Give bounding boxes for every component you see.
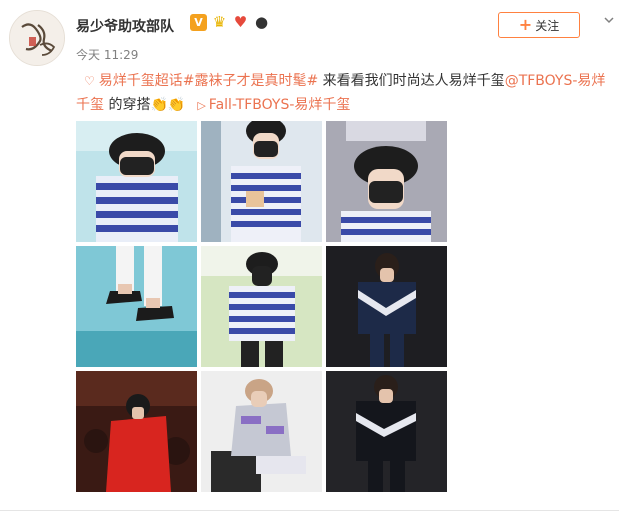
user-badges: V ♛ ♥ ● [190,14,270,31]
photo-1[interactable] [76,121,197,242]
avatar-image [10,11,64,65]
follow-button[interactable]: + 关注 [498,12,580,38]
photo-3[interactable] [326,121,447,242]
photo-4[interactable] [76,246,197,367]
video-play-icon: ▷ [197,99,206,112]
post-timestamp[interactable]: 今天 11:29 [76,46,138,63]
heart-icon[interactable]: ♥ [232,14,249,31]
photo-2[interactable] [201,121,322,242]
hashtag-link[interactable]: #露袜子才是真时髦# [183,73,318,89]
chevron-down-icon[interactable] [603,14,615,26]
post-text: ♡ 易烊千玺超话#露袜子才是真时髦# 来看看我们时尚达人易烊千玺@TFBOYS-易… [76,69,606,118]
photo-grid [76,121,448,493]
photo-6[interactable] [326,246,447,367]
follow-label: 关注 [535,18,560,33]
photo-8[interactable] [201,371,322,492]
avatar[interactable] [9,10,65,66]
photo-5[interactable] [201,246,322,367]
v-badge-icon[interactable]: V [190,14,207,31]
post-body: 来看看我们时尚达人易烊千玺 [318,73,505,89]
panda-icon[interactable]: ● [253,14,270,31]
user-name[interactable]: 易少爷助攻部队 [76,16,174,36]
divider [0,510,619,511]
clap-emoji-icon: 👏👏 [150,97,186,113]
super-topic-icon: ♡ [84,74,95,88]
topic-link[interactable]: 易烊千玺超话 [99,73,183,89]
photo-7[interactable] [76,371,197,492]
video-link[interactable]: Fall-TFBOYS-易烊千玺 [209,97,351,113]
plus-icon: + [518,15,533,34]
post-tail: 的穿搭 [104,97,151,113]
photo-9[interactable] [326,371,447,492]
crown-icon[interactable]: ♛ [211,14,228,31]
